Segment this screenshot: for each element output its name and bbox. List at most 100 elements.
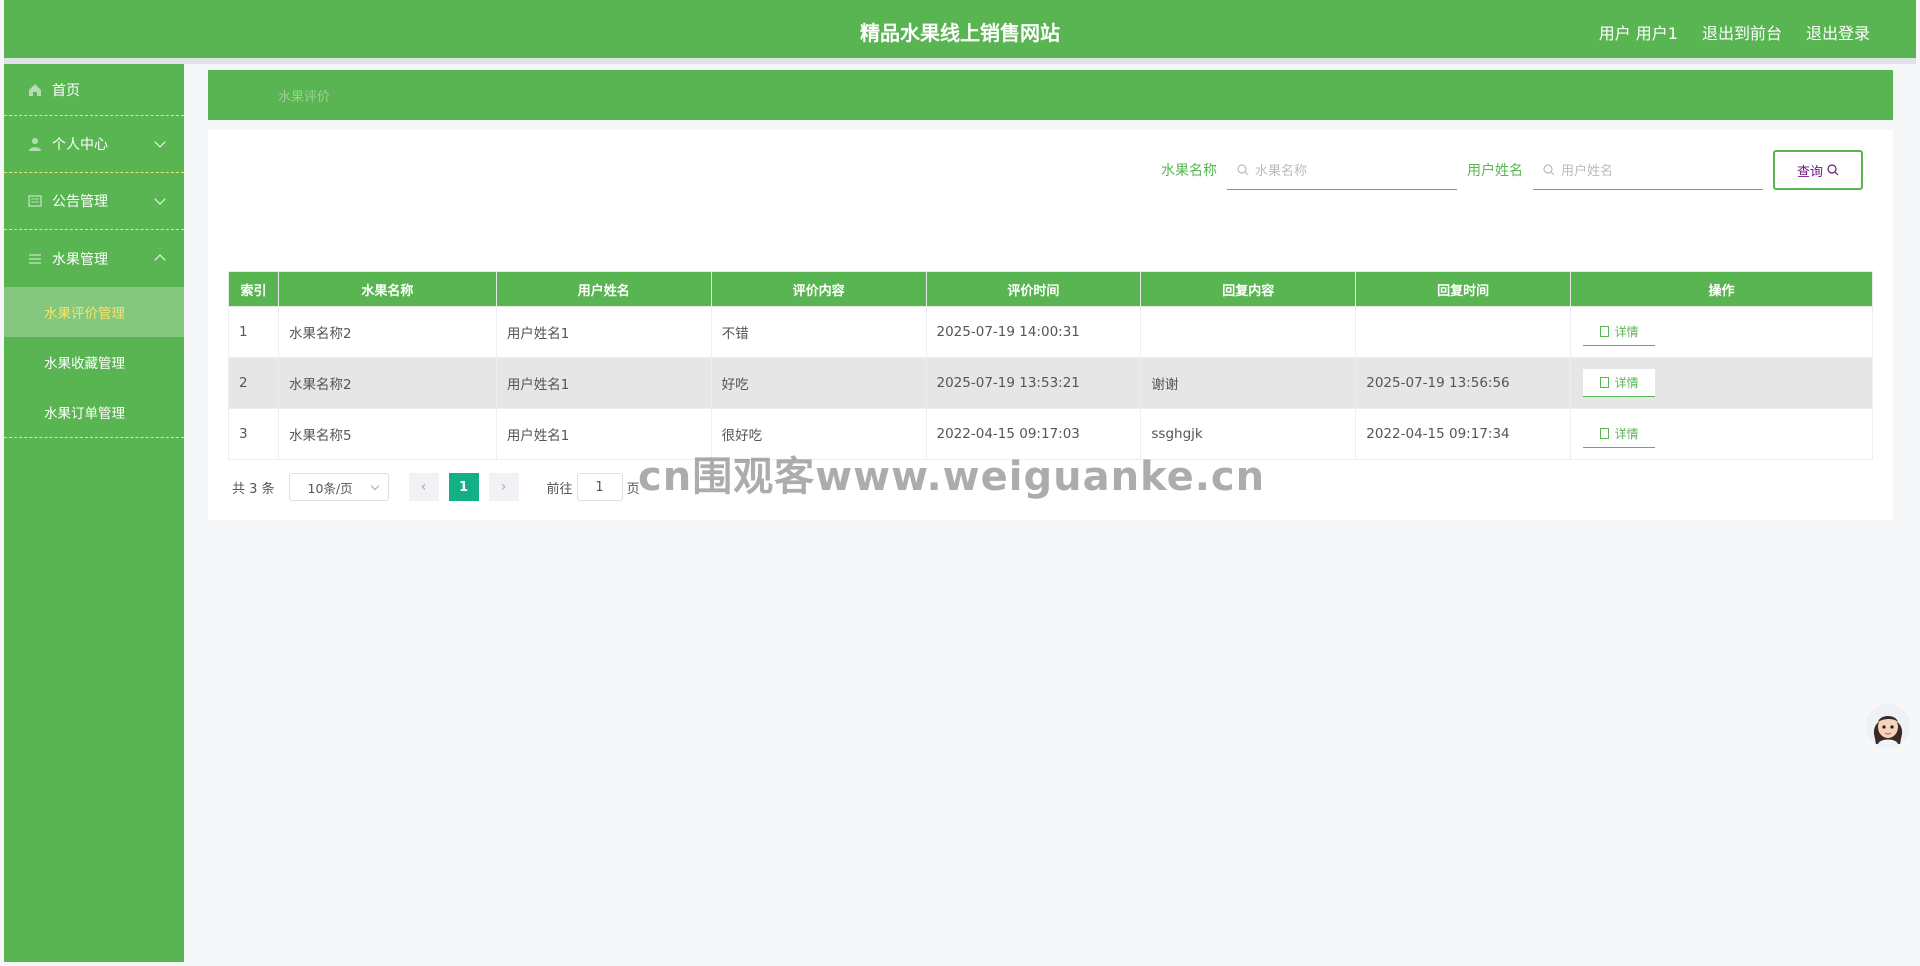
document-icon: [1599, 326, 1609, 337]
avatar-icon: [1866, 704, 1910, 748]
table-cell-actions: 详情: [1570, 357, 1873, 409]
top-bar: 精品水果线上销售网站 用户 用户1 退出到前台 退出登录: [4, 0, 1916, 58]
sidebar-item-fruit[interactable]: 水果管理: [4, 230, 184, 287]
assistant-avatar[interactable]: [1866, 704, 1910, 748]
table-cell: 谢谢: [1140, 357, 1357, 409]
table-cell: ssghgjk: [1140, 408, 1357, 460]
page-size-value: 10条/页: [307, 480, 353, 496]
home-icon: [28, 83, 42, 97]
column-header: 评价时间: [925, 271, 1142, 307]
column-header: 水果名称: [277, 271, 497, 307]
pagination: 共 3 条 10条/页 ‹ 1 › 前往 1 页: [232, 473, 640, 501]
table-cell: 2025-07-19 13:56:56: [1355, 357, 1572, 409]
query-button[interactable]: 查询: [1773, 150, 1863, 190]
goto-prefix: 前往: [546, 481, 573, 497]
table-cell: 水果名称2: [277, 306, 497, 358]
breadcrumb-current: 水果评价: [278, 90, 331, 105]
column-header: 评价内容: [710, 271, 927, 307]
list-icon: [28, 252, 42, 266]
user-label: 用户 用户1: [1598, 24, 1678, 43]
sidebar-item-personal[interactable]: 个人中心: [4, 116, 184, 173]
sidebar-item-fruit-order[interactable]: 水果订单管理: [4, 387, 184, 437]
sidebar-item-label: 公告管理: [52, 194, 108, 210]
sidebar: 首页 个人中心 公告管理 水果管理 水果评价管理 水果收藏管理 水果订单管理: [4, 64, 184, 962]
goto-suffix: 页: [626, 481, 640, 497]
detail-button[interactable]: 详情: [1583, 318, 1656, 346]
detail-button[interactable]: 详情: [1583, 420, 1656, 448]
page-number-current[interactable]: 1: [448, 473, 479, 501]
table-cell: 好吃: [710, 357, 927, 409]
topbar-divider: [4, 58, 1916, 64]
column-header: 操作: [1570, 271, 1873, 307]
sidebar-item-fruit-favorite[interactable]: 水果收藏管理: [4, 337, 184, 387]
breadcrumb: 水果评价: [208, 70, 1893, 120]
query-button-label: 查询: [1796, 164, 1823, 180]
table-cell-actions: 详情: [1570, 306, 1873, 358]
table-row[interactable]: 1 水果名称2 用户姓名1 不错 2025-07-19 14:00:31 详情: [228, 306, 1873, 358]
table-cell: 2025-07-19 14:00:31: [925, 306, 1142, 358]
notice-icon: [28, 194, 42, 208]
prev-page-button[interactable]: ‹: [408, 473, 439, 501]
content-panel: 水果名称 水果名称 用户姓名 用户姓名 查询 索引 水果名称 用户姓名 评价内容…: [208, 130, 1893, 520]
table-cell: [1355, 306, 1572, 358]
table-header-row: 索引 水果名称 用户姓名 评价内容 评价时间 回复内容 回复时间 操作: [228, 271, 1873, 307]
column-header: 回复时间: [1355, 271, 1572, 307]
table-cell: 很好吃: [710, 408, 927, 460]
column-header: 用户姓名: [495, 271, 712, 307]
table-cell: 用户姓名1: [495, 306, 712, 358]
sidebar-item-label: 水果管理: [52, 251, 108, 268]
search-form: 水果名称 水果名称 用户姓名 用户姓名 查询: [1161, 150, 1863, 190]
table-cell: 2: [228, 357, 279, 409]
topbar-actions: 用户 用户1 退出到前台 退出登录: [1599, 20, 1870, 44]
table-cell: 2025-07-19 13:53:21: [925, 357, 1142, 409]
next-page-button[interactable]: ›: [488, 473, 519, 501]
table-cell: 2022-04-15 09:17:34: [1355, 408, 1572, 460]
document-icon: [1599, 377, 1609, 388]
total-count: 共 3 条: [232, 481, 275, 497]
user-name-placeholder: 用户姓名: [1561, 164, 1614, 179]
sidebar-item-fruit-review[interactable]: 水果评价管理: [4, 287, 184, 337]
detail-button-label: 详情: [1614, 325, 1639, 339]
detail-button-label: 详情: [1614, 376, 1639, 390]
table-cell-actions: 详情: [1570, 408, 1873, 460]
column-header: 索引: [228, 271, 279, 307]
table-cell: 1: [228, 306, 279, 358]
table-row[interactable]: 2 水果名称2 用户姓名1 好吃 2025-07-19 13:53:21 谢谢 …: [228, 357, 1873, 409]
logout-link[interactable]: 退出登录: [1806, 20, 1870, 44]
fruit-name-label: 水果名称: [1161, 163, 1217, 179]
table-cell: 2022-04-15 09:17:03: [925, 408, 1142, 460]
chevron-down-icon: [370, 481, 379, 490]
chevron-down-icon: [154, 193, 166, 205]
sidebar-item-label: 个人中心: [52, 137, 108, 153]
user-name-input[interactable]: 用户姓名: [1533, 150, 1763, 190]
review-table: 索引 水果名称 用户姓名 评价内容 评价时间 回复内容 回复时间 操作 1 水果…: [228, 271, 1873, 460]
fruit-submenu: 水果评价管理 水果收藏管理 水果订单管理: [4, 287, 184, 438]
column-header: 回复内容: [1140, 271, 1357, 307]
search-icon: [1827, 164, 1839, 176]
sidebar-item-label: 首页: [52, 82, 80, 99]
table-row[interactable]: 3 水果名称5 用户姓名1 很好吃 2022-04-15 09:17:03 ss…: [228, 408, 1873, 460]
back-to-front-link[interactable]: 退出到前台: [1702, 20, 1782, 44]
search-icon: [1543, 163, 1555, 175]
table-cell: [1140, 306, 1357, 358]
search-icon: [1237, 163, 1249, 175]
fruit-name-placeholder: 水果名称: [1255, 164, 1308, 179]
fruit-name-input[interactable]: 水果名称: [1227, 150, 1457, 190]
sidebar-item-home[interactable]: 首页: [4, 64, 184, 116]
goto-page-input[interactable]: 1: [576, 473, 623, 501]
table-cell: 不错: [710, 306, 927, 358]
table-cell: 用户姓名1: [495, 357, 712, 409]
table-cell: 水果名称5: [277, 408, 497, 460]
sidebar-item-notice[interactable]: 公告管理: [4, 173, 184, 230]
detail-button[interactable]: 详情: [1583, 369, 1656, 397]
detail-button-label: 详情: [1614, 427, 1639, 441]
user-name-label: 用户姓名: [1467, 163, 1523, 179]
goto-page: 前往 1 页: [547, 473, 640, 501]
table-cell: 用户姓名1: [495, 408, 712, 460]
table-cell: 水果名称2: [277, 357, 497, 409]
table-cell: 3: [228, 408, 279, 460]
page-size-select[interactable]: 10条/页: [288, 473, 389, 501]
document-icon: [1599, 428, 1609, 439]
chevron-down-icon: [154, 136, 166, 148]
user-icon: [28, 137, 42, 151]
